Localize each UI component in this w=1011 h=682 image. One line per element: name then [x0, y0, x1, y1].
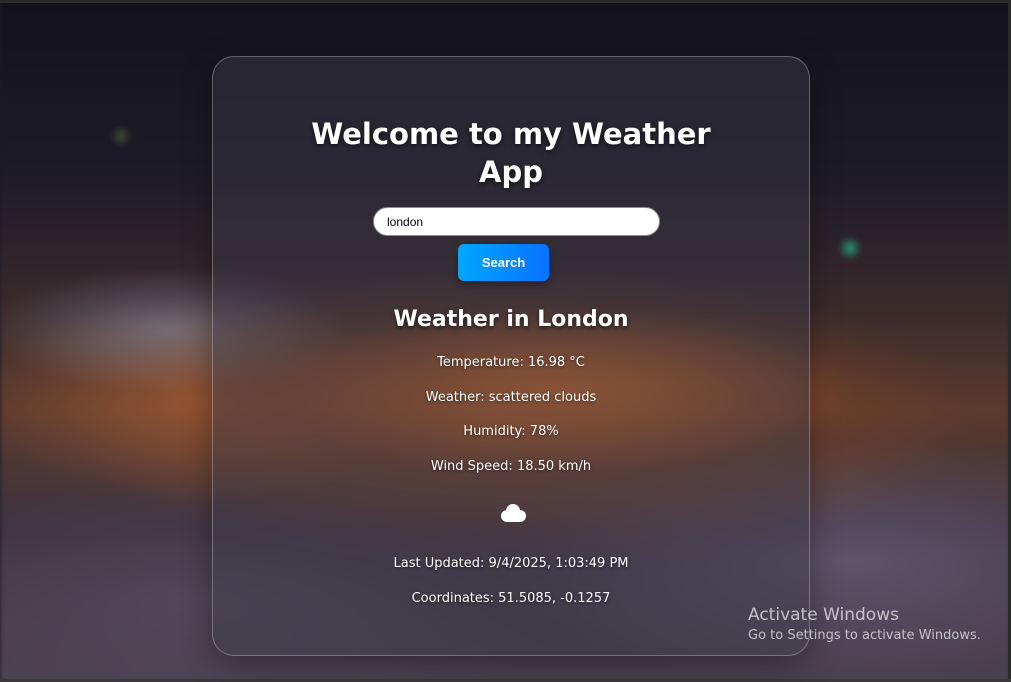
humidity-text: Humidity: 78% [463, 424, 559, 439]
coordinates-text: Coordinates: 51.5085, -0.1257 [411, 591, 611, 606]
temperature-text: Temperature: 16.98 °C [437, 355, 585, 370]
window-frame-top [0, 0, 1011, 3]
search-input[interactable] [373, 207, 660, 236]
activate-windows-watermark: Activate Windows Go to Settings to activ… [748, 604, 981, 646]
weather-description-text: Weather: scattered clouds [425, 390, 597, 405]
weather-heading: Weather in London [393, 307, 629, 332]
background-light-orb [110, 125, 132, 147]
watermark-title: Activate Windows [748, 605, 899, 625]
page-title: Welcome to my Weather App [311, 117, 711, 189]
watermark-subtitle: Go to Settings to activate Windows. [748, 628, 981, 643]
search-button[interactable]: Search [458, 244, 549, 281]
background-light-orb [838, 236, 862, 260]
wind-speed-text: Wind Speed: 18.50 km/h [430, 459, 592, 474]
last-updated-text: Last Updated: 9/4/2025, 1:03:49 PM [393, 556, 629, 571]
cloud-icon [501, 504, 526, 522]
weather-card: Welcome to my Weather App Search Weather… [212, 56, 810, 656]
